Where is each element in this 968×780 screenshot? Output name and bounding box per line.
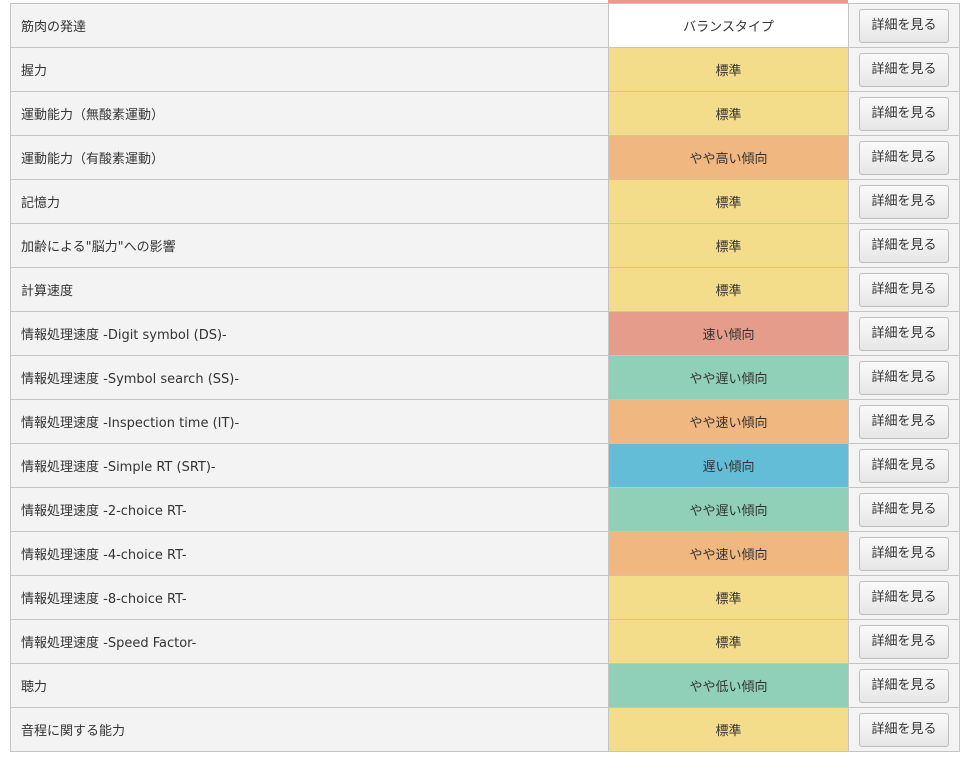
trait-name: 情報処理速度 -2-choice RT- [10, 487, 609, 532]
action-cell: 詳細を見る [848, 47, 960, 92]
table-row: 情報処理速度 -Symbol search (SS)- やや遅い傾向 詳細を見る [10, 355, 960, 400]
table-row: 計算速度 標準 詳細を見る [10, 267, 960, 312]
trait-level-badge: 遅い傾向 [608, 443, 849, 488]
action-cell: 詳細を見る [848, 135, 960, 180]
trait-level-badge: バランスタイプ [608, 3, 849, 48]
table-row: 筋肉の発達 バランスタイプ 詳細を見る [10, 3, 960, 48]
view-details-button[interactable]: 詳細を見る [859, 8, 949, 43]
view-details-button[interactable]: 詳細を見る [859, 184, 949, 219]
trait-name: 聴力 [10, 663, 609, 708]
trait-level-badge: やや高い傾向 [608, 135, 849, 180]
action-cell: 詳細を見る [848, 575, 960, 620]
view-details-button[interactable]: 詳細を見る [859, 668, 949, 703]
table-row: 情報処理速度 -Simple RT (SRT)- 遅い傾向 詳細を見る [10, 443, 960, 488]
trait-name: 運動能力（無酸素運動） [10, 91, 609, 136]
view-details-button[interactable]: 詳細を見る [859, 96, 949, 131]
trait-name: 情報処理速度 -Symbol search (SS)- [10, 355, 609, 400]
table-row: 加齢による"脳力"への影響 標準 詳細を見る [10, 223, 960, 268]
trait-level-badge: 標準 [608, 91, 849, 136]
trait-name: 筋肉の発達 [10, 3, 609, 48]
trait-level-badge: 速い傾向 [608, 311, 849, 356]
view-details-button[interactable]: 詳細を見る [859, 580, 949, 615]
table-row: 情報処理速度 -2-choice RT- やや遅い傾向 詳細を見る [10, 487, 960, 532]
action-cell: 詳細を見る [848, 619, 960, 664]
trait-level-badge: やや速い傾向 [608, 399, 849, 444]
action-cell: 詳細を見る [848, 443, 960, 488]
table-row: 記憶力 標準 詳細を見る [10, 179, 960, 224]
trait-level-badge: 標準 [608, 47, 849, 92]
trait-name: 情報処理速度 -Digit symbol (DS)- [10, 311, 609, 356]
action-cell: 詳細を見る [848, 3, 960, 48]
trait-level-badge: やや遅い傾向 [608, 487, 849, 532]
trait-name: 加齢による"脳力"への影響 [10, 223, 609, 268]
table-row: 情報処理速度 -4-choice RT- やや速い傾向 詳細を見る [10, 531, 960, 576]
view-details-button[interactable]: 詳細を見る [859, 360, 949, 395]
action-cell: 詳細を見る [848, 531, 960, 576]
trait-name: 運動能力（有酸素運動） [10, 135, 609, 180]
table-row: 情報処理速度 -Inspection time (IT)- やや速い傾向 詳細を見る [10, 399, 960, 444]
view-details-button[interactable]: 詳細を見る [859, 52, 949, 87]
trait-level-badge: 標準 [608, 223, 849, 268]
view-details-button[interactable]: 詳細を見る [859, 712, 949, 747]
trait-name: 情報処理速度 -Inspection time (IT)- [10, 399, 609, 444]
action-cell: 詳細を見る [848, 355, 960, 400]
trait-level-badge: 標準 [608, 619, 849, 664]
table-row: 音程に関する能力 標準 詳細を見る [10, 707, 960, 752]
table-row: 運動能力（無酸素運動） 標準 詳細を見る [10, 91, 960, 136]
action-cell: 詳細を見る [848, 223, 960, 268]
action-cell: 詳細を見る [848, 267, 960, 312]
table-row: 情報処理速度 -Digit symbol (DS)- 速い傾向 詳細を見る [10, 311, 960, 356]
trait-level-badge: 標準 [608, 575, 849, 620]
action-cell: 詳細を見る [848, 663, 960, 708]
table-row: 聴力 やや低い傾向 詳細を見る [10, 663, 960, 708]
action-cell: 詳細を見る [848, 91, 960, 136]
results-page: 筋肉の発達 バランスタイプ 詳細を見る 握力 標準 詳細を見る 運動能力（無酸素運動） 標準詳… [0, 0, 968, 780]
view-details-button[interactable]: 詳細を見る [859, 140, 949, 175]
table-row: 運動能力（有酸素運動） やや高い傾向 詳細を見る [10, 135, 960, 180]
table-row: 情報処理速度 -8-choice RT- 標準 詳細を見る [10, 575, 960, 620]
action-cell: 詳細を見る [848, 311, 960, 356]
trait-name: 計算速度 [10, 267, 609, 312]
action-cell: 詳細を見る [848, 487, 960, 532]
trait-results-table: 筋肉の発達 バランスタイプ 詳細を見る 握力 標準 詳細を見る 運動能力（無酸素運動） 標準詳… [10, 3, 960, 752]
view-details-button[interactable]: 詳細を見る [859, 536, 949, 571]
trait-level-badge: やや速い傾向 [608, 531, 849, 576]
trait-name: 情報処理速度 -Simple RT (SRT)- [10, 443, 609, 488]
trait-name: 情報処理速度 -Speed Factor- [10, 619, 609, 664]
action-cell: 詳細を見る [848, 399, 960, 444]
trait-name: 情報処理速度 -8-choice RT- [10, 575, 609, 620]
trait-name: 記憶力 [10, 179, 609, 224]
trait-name: 握力 [10, 47, 609, 92]
view-details-button[interactable]: 詳細を見る [859, 272, 949, 307]
trait-level-badge: やや低い傾向 [608, 663, 849, 708]
view-details-button[interactable]: 詳細を見る [859, 492, 949, 527]
view-details-button[interactable]: 詳細を見る [859, 448, 949, 483]
table-row: 情報処理速度 -Speed Factor- 標準 詳細を見る [10, 619, 960, 664]
action-cell: 詳細を見る [848, 179, 960, 224]
trait-level-badge: 標準 [608, 267, 849, 312]
trait-name: 情報処理速度 -4-choice RT- [10, 531, 609, 576]
view-details-button[interactable]: 詳細を見る [859, 404, 949, 439]
trait-level-badge: 標準 [608, 707, 849, 752]
action-cell: 詳細を見る [848, 707, 960, 752]
trait-name: 音程に関する能力 [10, 707, 609, 752]
view-details-button[interactable]: 詳細を見る [859, 228, 949, 263]
trait-level-badge: やや遅い傾向 [608, 355, 849, 400]
trait-level-badge: 標準 [608, 179, 849, 224]
view-details-button[interactable]: 詳細を見る [859, 316, 949, 351]
view-details-button[interactable]: 詳細を見る [859, 624, 949, 659]
trait-results-body: 筋肉の発達 バランスタイプ 詳細を見る 握力 標準 詳細を見る 運動能力（無酸素運動） 標準詳… [10, 3, 960, 752]
table-row: 握力 標準 詳細を見る [10, 47, 960, 92]
